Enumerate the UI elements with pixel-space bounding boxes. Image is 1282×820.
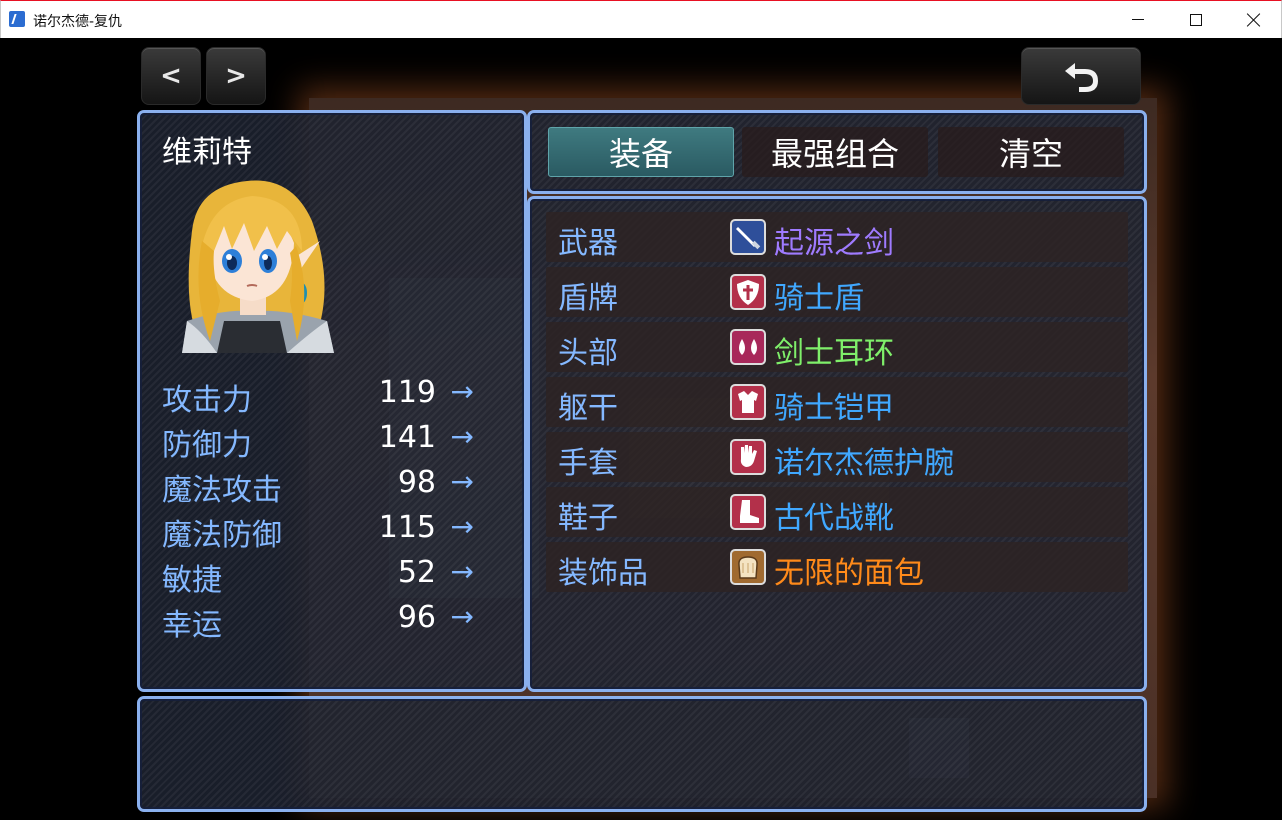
bread-icon — [730, 549, 766, 585]
stat-value: 115 — [378, 510, 436, 545]
slot-name: 盾牌 — [558, 281, 618, 316]
stat-label: 攻击力 — [162, 383, 252, 418]
sword-icon — [730, 219, 766, 255]
slot-body[interactable]: 躯干 骑士铠甲 — [546, 377, 1128, 427]
earring-icon — [730, 329, 766, 365]
slot-head[interactable]: 头部 剑士耳环 — [546, 322, 1128, 372]
item-name: 骑士盾 — [774, 281, 864, 316]
maximize-icon — [1190, 13, 1202, 26]
slot-name: 鞋子 — [558, 501, 618, 536]
item-name: 剑士耳环 — [774, 336, 894, 371]
return-arrow-icon — [1065, 63, 1098, 92]
close-button[interactable] — [1225, 1, 1282, 38]
stat-arrow: → — [450, 555, 474, 588]
stat-label: 魔法防御 — [162, 518, 282, 553]
next-character-button[interactable]: > — [206, 47, 266, 105]
close-icon — [1247, 13, 1261, 27]
stat-label: 敏捷 — [162, 563, 222, 598]
command-label: 最强组合 — [770, 135, 899, 173]
slot-feet[interactable]: 鞋子 古代战靴 — [546, 487, 1128, 537]
slot-shield[interactable]: 盾牌 骑士盾 — [546, 267, 1128, 317]
status-panel: 维莉特 攻击力 119 → 防御力 141 → 魔法攻击 98 → 魔法防御 1… — [137, 110, 527, 692]
item-name: 骑士铠甲 — [774, 391, 894, 426]
stat-row-agility: 敏捷 52 → — [162, 555, 474, 598]
game-viewport: < > 维莉特 攻击力 119 → 防御力 141 → 魔法攻击 98 → 魔法… — [1, 38, 1281, 820]
slot-accessory[interactable]: 装饰品 无限的面包 — [546, 542, 1128, 592]
item-name: 无限的面包 — [774, 556, 924, 591]
slot-name: 装饰品 — [558, 556, 648, 591]
character-portrait — [182, 180, 334, 353]
stat-arrow: → — [450, 510, 474, 543]
slot-name: 手套 — [558, 446, 618, 481]
stat-arrow: → — [450, 465, 474, 498]
minimize-button[interactable] — [1109, 1, 1167, 38]
back-button[interactable] — [1021, 47, 1141, 105]
stat-row-defense: 防御力 141 → — [162, 420, 474, 463]
stat-row-luck: 幸运 96 → — [162, 600, 474, 643]
stat-label: 魔法攻击 — [162, 473, 282, 508]
stat-arrow: → — [450, 600, 474, 633]
armor-icon — [730, 384, 766, 420]
stat-arrow: → — [450, 375, 474, 408]
stat-value: 96 — [397, 600, 436, 635]
help-panel — [137, 696, 1147, 812]
slot-name: 头部 — [558, 336, 618, 371]
stat-value: 52 — [397, 555, 436, 590]
stat-label: 防御力 — [162, 428, 252, 463]
shield-icon — [730, 274, 766, 310]
stat-row-attack: 攻击力 119 → — [162, 375, 474, 418]
boot-icon — [730, 494, 766, 530]
character-name: 维莉特 — [162, 135, 252, 170]
previous-label: < — [160, 61, 182, 91]
minimize-icon — [1132, 19, 1144, 20]
item-name: 起源之剑 — [774, 226, 894, 261]
slot-hands[interactable]: 手套 诺尔杰德护腕 — [546, 432, 1128, 482]
command-label: 清空 — [998, 135, 1063, 173]
stat-label: 幸运 — [162, 608, 222, 643]
equipment-slots-panel: 武器 起源之剑 盾牌 骑士盾 头部 剑士耳环 躯干 骑士铠甲 手套 诺尔杰德护腕… — [527, 196, 1147, 692]
slot-name: 躯干 — [558, 391, 618, 426]
command-label: 装备 — [608, 135, 673, 173]
clear-command[interactable]: 清空 — [938, 127, 1124, 177]
window-titlebar: 诺尔杰德-复仇 — [0, 0, 1282, 38]
equip-command[interactable]: 装备 — [548, 127, 734, 177]
slot-name: 武器 — [558, 226, 618, 261]
stat-row-magic-attack: 魔法攻击 98 → — [162, 465, 474, 508]
previous-character-button[interactable]: < — [141, 47, 201, 105]
stat-value: 119 — [378, 375, 436, 410]
app-icon — [9, 11, 25, 27]
item-name: 诺尔杰德护腕 — [774, 446, 954, 481]
stat-value: 141 — [378, 420, 436, 455]
stat-row-magic-defense: 魔法防御 115 → — [162, 510, 474, 553]
command-panel: 装备 最强组合 清空 — [527, 110, 1147, 194]
slot-weapon[interactable]: 武器 起源之剑 — [546, 212, 1128, 262]
stat-arrow: → — [450, 420, 474, 453]
optimize-command[interactable]: 最强组合 — [742, 127, 928, 177]
glove-icon — [730, 439, 766, 475]
maximize-button[interactable] — [1167, 1, 1225, 38]
item-name: 古代战靴 — [774, 501, 894, 536]
next-label: > — [225, 61, 247, 91]
window-title: 诺尔杰德-复仇 — [33, 14, 123, 30]
stat-value: 98 — [397, 465, 436, 500]
